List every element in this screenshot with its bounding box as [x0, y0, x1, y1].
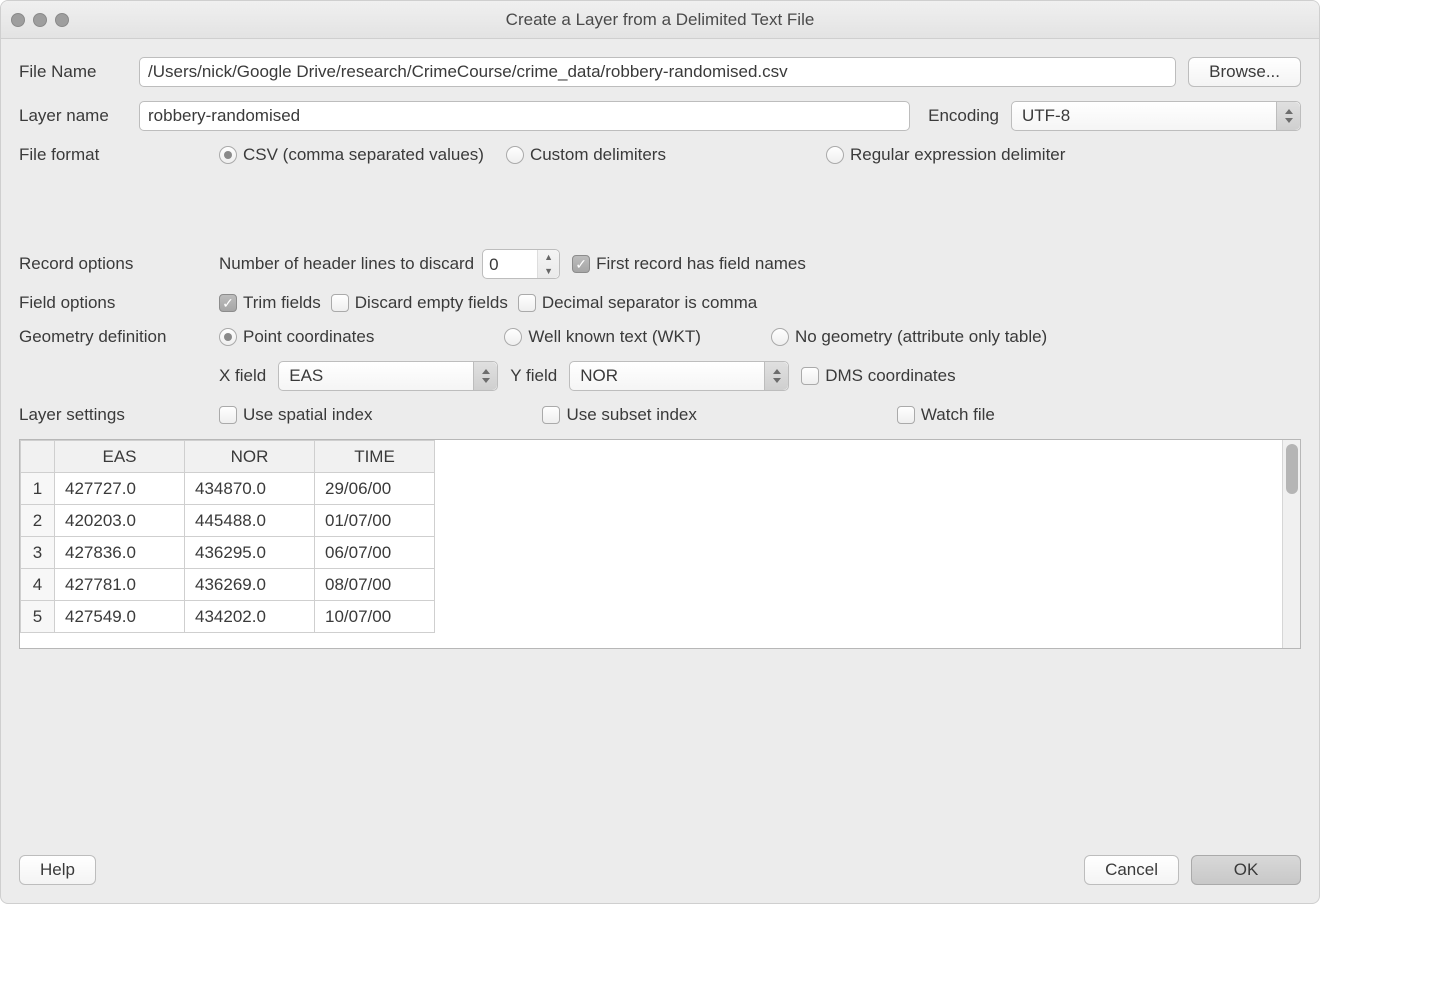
chevron-down-icon[interactable]: ▼: [538, 264, 559, 278]
encoding-value: UTF-8: [1022, 106, 1266, 126]
check-dms[interactable]: DMS coordinates: [801, 366, 955, 386]
check-first-record-fields[interactable]: First record has field names: [572, 254, 806, 274]
table-row[interactable]: 5 427549.0 434202.0 10/07/00: [21, 601, 435, 633]
window-controls: [11, 13, 69, 27]
close-icon[interactable]: [11, 13, 25, 27]
encoding-label: Encoding: [928, 106, 999, 126]
preview-table-container: EAS NOR TIME 1 427727.0 434870.0 29/06/0…: [19, 439, 1301, 649]
encoding-select[interactable]: UTF-8: [1011, 101, 1301, 131]
check-spatial-index[interactable]: Use spatial index: [219, 405, 372, 425]
col-time-header[interactable]: TIME: [315, 441, 435, 473]
table-row[interactable]: 4 427781.0 436269.0 08/07/00: [21, 569, 435, 601]
scrollbar-thumb[interactable]: [1286, 444, 1298, 494]
titlebar: Create a Layer from a Delimited Text Fil…: [1, 1, 1319, 39]
check-discard-empty[interactable]: Discard empty fields: [331, 293, 508, 313]
layer-name-input[interactable]: [139, 101, 910, 131]
radio-point-coords[interactable]: Point coordinates: [219, 327, 374, 347]
x-field-label: X field: [219, 366, 266, 386]
radio-no-geometry[interactable]: No geometry (attribute only table): [771, 327, 1047, 347]
cancel-button[interactable]: Cancel: [1084, 855, 1179, 885]
minimize-icon[interactable]: [33, 13, 47, 27]
row-number-header: [21, 441, 55, 473]
y-field-label: Y field: [510, 366, 557, 386]
vertical-scrollbar[interactable]: [1282, 440, 1300, 648]
y-field-value: NOR: [580, 366, 754, 386]
y-field-select[interactable]: NOR: [569, 361, 789, 391]
help-button[interactable]: Help: [19, 855, 96, 885]
check-decimal-comma[interactable]: Decimal separator is comma: [518, 293, 757, 313]
file-format-label: File format: [19, 145, 219, 165]
spinner-arrows[interactable]: ▲ ▼: [537, 250, 559, 278]
col-eas-header[interactable]: EAS: [55, 441, 185, 473]
record-options-label: Record options: [19, 254, 219, 274]
layer-name-label: Layer name: [19, 106, 139, 126]
chevron-updown-icon: [764, 362, 788, 390]
header-discard-label: Number of header lines to discard: [219, 254, 474, 274]
x-field-select[interactable]: EAS: [278, 361, 498, 391]
radio-regex[interactable]: Regular expression delimiter: [826, 145, 1065, 165]
file-name-label: File Name: [19, 62, 139, 82]
zoom-icon[interactable]: [55, 13, 69, 27]
dialog-window: Create a Layer from a Delimited Text Fil…: [0, 0, 1320, 904]
table-row[interactable]: 1 427727.0 434870.0 29/06/00: [21, 473, 435, 505]
check-subset-index[interactable]: Use subset index: [542, 405, 696, 425]
ok-button[interactable]: OK: [1191, 855, 1301, 885]
col-nor-header[interactable]: NOR: [185, 441, 315, 473]
file-name-input[interactable]: [139, 57, 1176, 87]
check-trim-fields[interactable]: Trim fields: [219, 293, 321, 313]
table-row[interactable]: 3 427836.0 436295.0 06/07/00: [21, 537, 435, 569]
chevron-up-icon[interactable]: ▲: [538, 250, 559, 264]
dialog-footer: Help Cancel OK: [1, 839, 1319, 903]
header-discard-input[interactable]: [483, 250, 537, 280]
browse-button[interactable]: Browse...: [1188, 57, 1301, 87]
preview-table[interactable]: EAS NOR TIME 1 427727.0 434870.0 29/06/0…: [20, 440, 435, 633]
window-title: Create a Layer from a Delimited Text Fil…: [11, 10, 1309, 30]
header-discard-spinner[interactable]: ▲ ▼: [482, 249, 560, 279]
geometry-def-label: Geometry definition: [19, 327, 219, 347]
radio-csv[interactable]: CSV (comma separated values): [219, 145, 484, 165]
radio-wkt[interactable]: Well known text (WKT): [504, 327, 701, 347]
layer-settings-label: Layer settings: [19, 405, 219, 425]
table-row[interactable]: 2 420203.0 445488.0 01/07/00: [21, 505, 435, 537]
field-options-label: Field options: [19, 293, 219, 313]
chevron-updown-icon: [1276, 102, 1300, 130]
radio-custom-delim[interactable]: Custom delimiters: [506, 145, 666, 165]
x-field-value: EAS: [289, 366, 463, 386]
chevron-updown-icon: [473, 362, 497, 390]
check-watch-file[interactable]: Watch file: [897, 405, 995, 425]
